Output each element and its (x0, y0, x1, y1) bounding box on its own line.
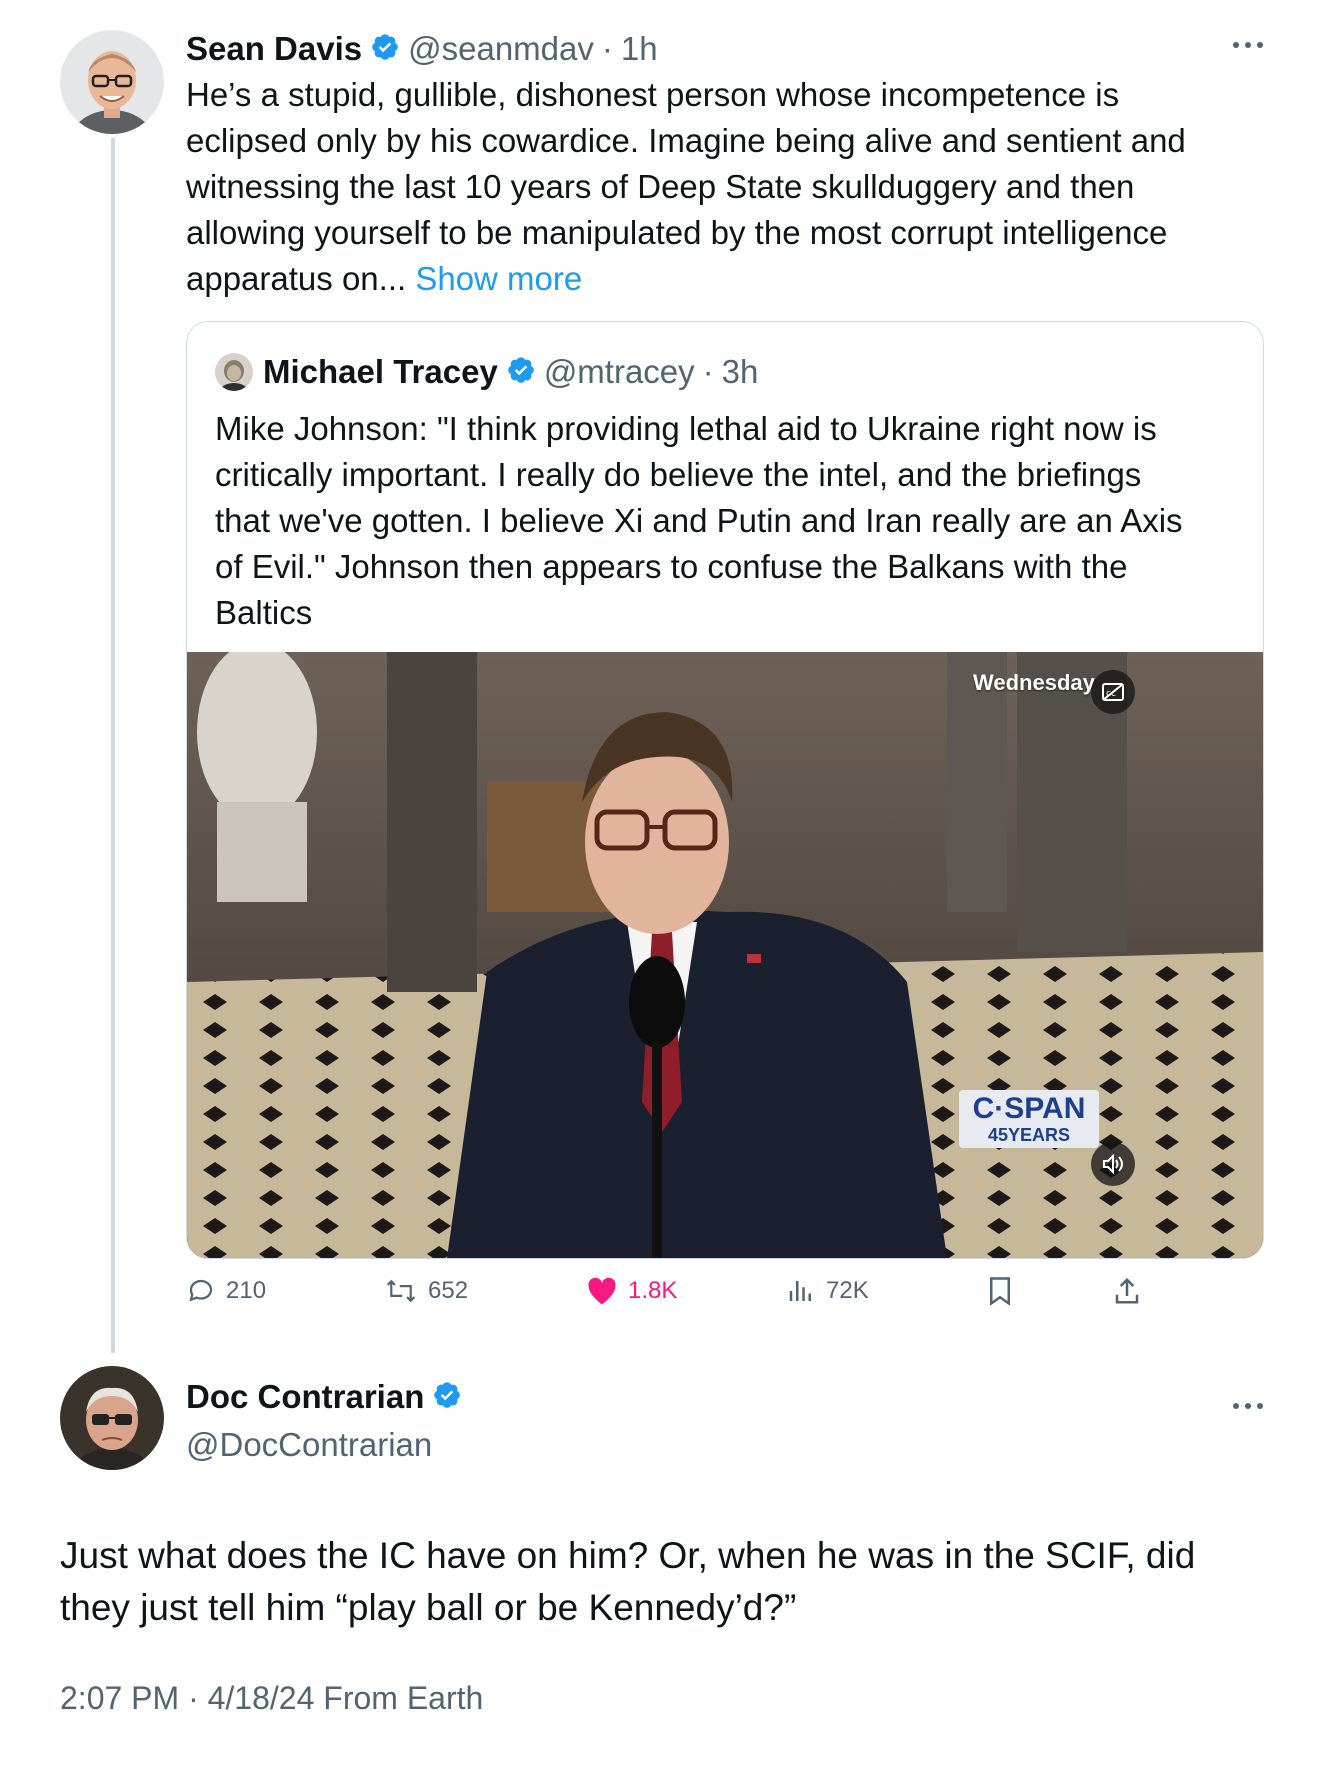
verified-badge-icon (506, 355, 536, 390)
tweet-text-tail: apparatus on... (186, 260, 407, 297)
repost-icon (386, 1279, 416, 1303)
more-horizontal-icon[interactable] (1228, 28, 1268, 58)
like-count: 1.8K (628, 1277, 678, 1304)
quoted-author-name: Michael Tracey (263, 353, 498, 390)
quoted-tweet-text: Mike Johnson: "I think providing lethal … (215, 406, 1245, 636)
quoted-tweet-card[interactable]: Michael Tracey @mtracey · 3h Mike Johnso… (186, 321, 1264, 1259)
network-logo-subtext: 45YEARS (987, 1125, 1071, 1145)
verified-badge-icon (432, 1380, 462, 1415)
show-more-link[interactable]: Show more (415, 260, 582, 297)
quoted-tweet-time: 3h (721, 353, 759, 390)
tweet-time[interactable]: 1h (621, 30, 658, 68)
views-icon (789, 1281, 811, 1301)
quoted-text-line: that we've gotten. I believe Xi and Puti… (215, 502, 1183, 539)
tweet-text-line: witnessing the last 10 years of Deep Sta… (186, 168, 1135, 205)
thread-connector-line (111, 138, 115, 1353)
share-icon (1115, 1277, 1139, 1304)
tweet-text: He’s a stupid, gullible, dishonest perso… (186, 72, 1266, 302)
avatar-sean-davis[interactable] (60, 30, 164, 134)
repost-count: 652 (428, 1277, 469, 1304)
verified-badge-icon (370, 32, 400, 67)
like-button[interactable]: 1.8K (586, 1276, 677, 1306)
reply-text-line: Just what does the IC have on him? Or, w… (60, 1535, 1196, 1576)
reply-text-line: they just tell him “play ball or be Kenn… (60, 1587, 797, 1628)
views-count: 72K (826, 1277, 869, 1304)
network-logo: C·SPAN 45YEARS (959, 1090, 1099, 1148)
author-handle[interactable]: @seanmdav (408, 30, 594, 68)
reply-author-handle[interactable]: @DocContrarian (186, 1426, 432, 1464)
closed-captions-icon[interactable]: cc (1091, 670, 1135, 714)
quoted-text-line: Baltics (215, 594, 313, 631)
network-logo-text: C·SPAN (972, 1092, 1086, 1125)
quoted-text-line: Mike Johnson: "I think providing lethal … (215, 410, 1157, 447)
dot-separator: · (601, 30, 613, 67)
reply-icon (189, 1279, 213, 1302)
share-button[interactable] (1112, 1276, 1142, 1306)
tweet-text-line: eclipsed only by his cowardice. Imagine … (186, 122, 1186, 159)
quoted-text-line: of Evil." Johnson then appears to confus… (215, 548, 1128, 585)
author-name[interactable]: Sean Davis (186, 30, 362, 68)
video-day-overlay: Wednesday (973, 670, 1095, 695)
volume-icon[interactable] (1091, 1142, 1135, 1186)
repost-button[interactable]: 652 (384, 1276, 468, 1306)
quoted-text-line: critically important. I really do believ… (215, 456, 1142, 493)
more-horizontal-icon[interactable] (1228, 1392, 1268, 1422)
views-button[interactable]: 72K (786, 1276, 869, 1306)
dot-separator: · (702, 353, 714, 390)
video-player[interactable]: Wednesday cc C·SPAN 45YEARS (187, 652, 1263, 1258)
avatar-doc-contrarian[interactable] (60, 1366, 164, 1470)
bookmark-button[interactable] (986, 1276, 1014, 1306)
avatar-michael-tracey (215, 353, 253, 391)
tweet-text-line: He’s a stupid, gullible, dishonest perso… (186, 76, 1120, 113)
bookmark-icon (990, 1277, 1010, 1306)
heart-icon (588, 1277, 616, 1305)
reply-timestamp[interactable]: 2:07 PM · 4/18/24 From Earth (60, 1680, 483, 1717)
tweet-text-line: apparatus on... Show more (186, 256, 1266, 302)
reply-button[interactable]: 210 (186, 1276, 266, 1306)
tweet-text-line: allowing yourself to be manipulated by t… (186, 214, 1168, 251)
reply-tweet-text: Just what does the IC have on him? Or, w… (60, 1530, 1280, 1634)
quoted-author-handle: @mtracey (543, 353, 695, 390)
reply-count: 210 (226, 1277, 267, 1304)
reply-author-name[interactable]: Doc Contrarian (186, 1378, 424, 1416)
